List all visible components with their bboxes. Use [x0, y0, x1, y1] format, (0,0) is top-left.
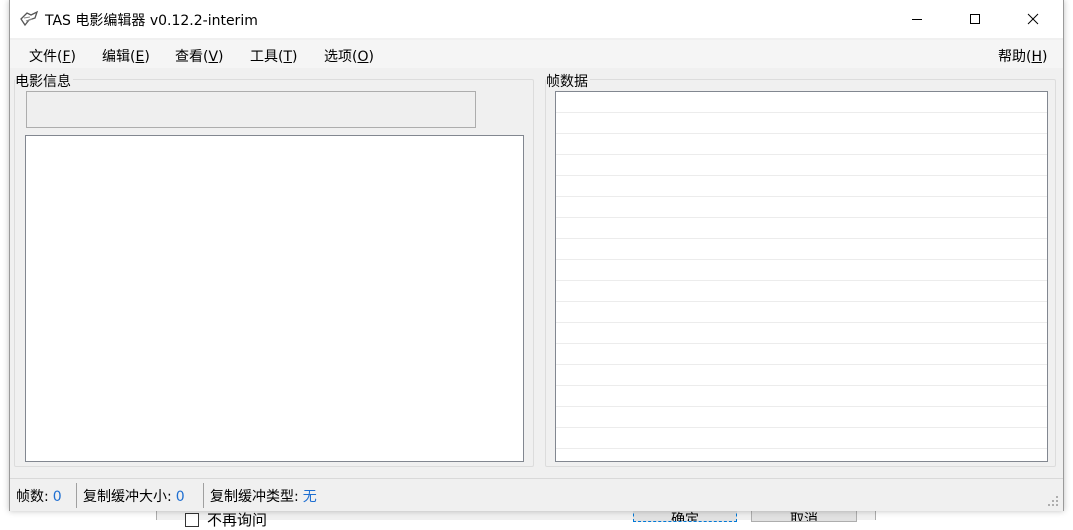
menu-help-key: H [1031, 49, 1042, 65]
menu-tools-end: ) [292, 49, 298, 65]
status-separator [203, 483, 204, 508]
frame-data-list[interactable] [555, 91, 1048, 462]
minimize-button[interactable] [888, 0, 946, 38]
menu-view-key: V [208, 49, 219, 65]
movie-info-group: 电影信息 [14, 71, 534, 467]
frame-row[interactable] [556, 197, 1047, 218]
menu-options[interactable]: 选项(O) [324, 46, 374, 66]
menu-bar: 文件(F) 编辑(E) 查看(V) 工具(T) 选项(O) 帮助(H) [10, 40, 1063, 68]
frame-row[interactable] [556, 365, 1047, 386]
maximize-button[interactable] [946, 0, 1004, 38]
buffer-type-status: 复制缓冲类型: 无 [210, 486, 317, 506]
frame-row[interactable] [556, 323, 1047, 344]
movie-info-list[interactable] [25, 135, 524, 462]
menu-options-key: O [357, 49, 369, 65]
movie-info-field [26, 91, 476, 128]
buffer-type-label: 复制缓冲类型: [210, 489, 299, 505]
status-bar: 帧数: 0 复制缓冲大小: 0 复制缓冲类型: 无 [10, 478, 1063, 511]
tas-movie-editor-window: TAS 电影编辑器 v0.12.2-interim 文件(F) 编辑(E) 查看… [9, 0, 1064, 511]
frame-row[interactable] [556, 386, 1047, 407]
menu-view-end: ) [218, 49, 224, 65]
frame-row[interactable] [556, 260, 1047, 281]
menu-options-label: 选项( [324, 49, 358, 65]
menu-help[interactable]: 帮助(H) [998, 46, 1047, 66]
menu-file[interactable]: 文件(F) [29, 46, 76, 66]
maximize-icon [970, 14, 980, 24]
menu-view[interactable]: 查看(V) [175, 46, 224, 66]
app-icon [20, 10, 39, 27]
menu-edit-label: 编辑( [102, 49, 136, 65]
frame-row[interactable] [556, 281, 1047, 302]
movie-info-label: 电影信息 [15, 71, 73, 91]
buffer-size-label: 复制缓冲大小: [83, 489, 172, 505]
frame-row[interactable] [556, 344, 1047, 365]
window-title: TAS 电影编辑器 v0.12.2-interim [45, 13, 258, 29]
menu-file-key: F [62, 49, 71, 65]
menu-edit-end: ) [144, 49, 150, 65]
close-icon [1027, 13, 1039, 25]
menu-view-label: 查看( [175, 49, 209, 65]
menu-edit-key: E [135, 49, 145, 65]
frame-row[interactable] [556, 113, 1047, 134]
frame-row[interactable] [556, 407, 1047, 428]
resize-grip-icon[interactable] [1047, 495, 1059, 507]
menu-tools[interactable]: 工具(T) [250, 46, 298, 66]
frame-row[interactable] [556, 428, 1047, 449]
frame-row[interactable] [556, 176, 1047, 197]
menu-help-end: ) [1042, 49, 1048, 65]
frames-label: 帧数: [16, 489, 49, 505]
menu-tools-key: T [283, 49, 293, 65]
frame-data-group: 帧数据 [545, 71, 1056, 467]
frames-value: 0 [52, 489, 62, 505]
menu-options-end: ) [368, 49, 374, 65]
buffer-size-status: 复制缓冲大小: 0 [83, 486, 185, 506]
frame-row[interactable] [556, 134, 1047, 155]
status-separator [76, 483, 77, 508]
buffer-type-value: 无 [302, 489, 317, 505]
menu-edit[interactable]: 编辑(E) [102, 46, 150, 66]
frames-status: 帧数: 0 [16, 486, 62, 506]
frame-row[interactable] [556, 155, 1047, 176]
frame-row[interactable] [556, 218, 1047, 239]
menu-help-label: 帮助( [998, 49, 1032, 65]
buffer-size-value: 0 [175, 489, 185, 505]
frame-row[interactable] [556, 239, 1047, 260]
close-button[interactable] [1004, 0, 1062, 38]
dont-ask-checkbox[interactable] [185, 513, 199, 527]
minimize-icon [912, 19, 922, 20]
menu-file-end: ) [70, 49, 76, 65]
menu-file-label: 文件( [29, 49, 63, 65]
frame-row[interactable] [556, 92, 1047, 113]
frame-data-label: 帧数据 [546, 71, 590, 91]
title-bar[interactable]: TAS 电影编辑器 v0.12.2-interim [10, 0, 1063, 38]
menu-tools-label: 工具( [250, 49, 284, 65]
frame-row[interactable] [556, 302, 1047, 323]
